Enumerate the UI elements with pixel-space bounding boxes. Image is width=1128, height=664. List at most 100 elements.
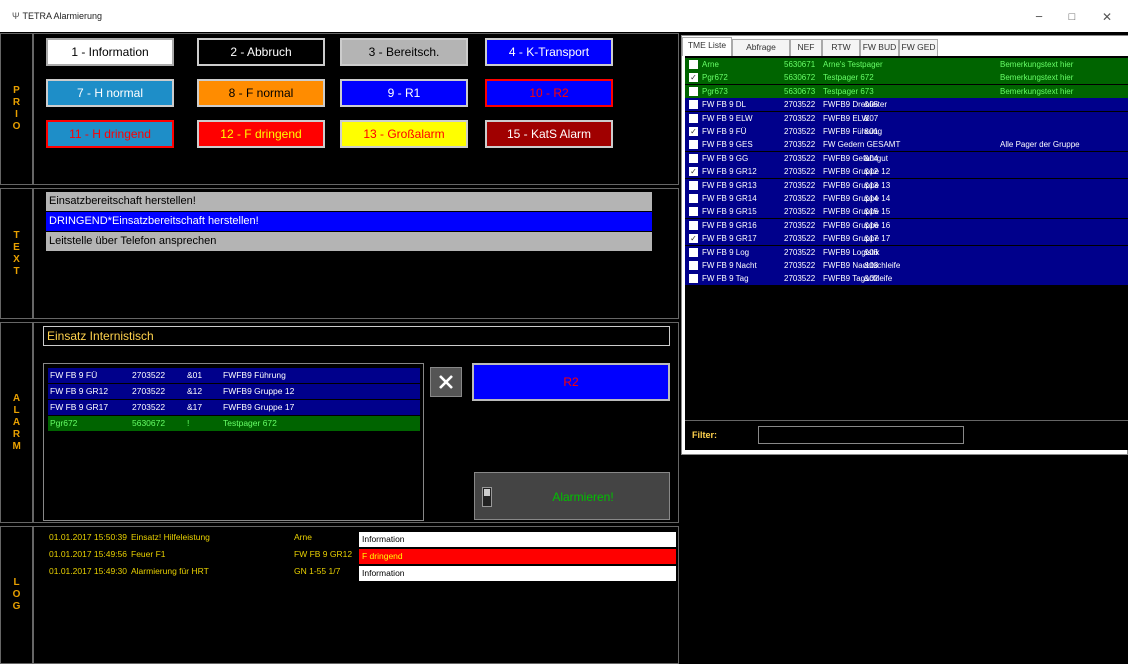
prio-button-10[interactable]: 12 - F dringend	[197, 120, 325, 148]
tme-row[interactable]: FW FB 9 GR15 2703522 FWFB9 Gruppe 15 &15	[685, 205, 1128, 219]
prio-button-3[interactable]: 3 - Bereitsch.	[340, 38, 468, 66]
prio-button-2[interactable]: 2 - Abbruch	[197, 38, 325, 66]
tab-abfrage[interactable]: Abfrage	[732, 39, 790, 56]
toggle-switch-icon[interactable]	[482, 487, 492, 507]
row-checkbox[interactable]	[689, 86, 698, 96]
row-checkbox[interactable]	[689, 194, 698, 203]
tme-row[interactable]: Pgr673 5630673 Testpager 673 Bemerkungstext…	[685, 84, 1128, 98]
row-checkbox[interactable]	[689, 180, 698, 190]
tme-remark: Bemerkungstext hier	[1000, 86, 1074, 96]
section-label-text: TEXT	[13, 229, 20, 277]
selected-row[interactable]: FW FB 9 GR17 2703522 &17 FWFB9 Gruppe 17	[48, 400, 420, 415]
prio-button-6[interactable]: 8 - F normal	[197, 79, 325, 107]
tme-sub: &02	[864, 274, 879, 284]
tme-row[interactable]: FW FB 9 GR14 2703522 FWFB9 Gruppe 14 &14	[685, 192, 1128, 205]
tab-rtw[interactable]: RTW	[822, 39, 860, 56]
filter-input[interactable]	[758, 426, 964, 444]
minimize-icon[interactable]: −	[1024, 6, 1054, 28]
prio-button-8[interactable]: 10 - R2	[485, 79, 613, 107]
alarm-section-label: ALARM	[0, 322, 33, 523]
tme-row[interactable]: ✓ FW FB 9 GR12 2703522 FWFB9 Gruppe 12 &12	[685, 165, 1128, 179]
tme-desc: FWFB9 Gruppe 14	[823, 194, 891, 203]
tab-fw-bud[interactable]: FW BUD	[860, 39, 899, 56]
maximize-icon[interactable]: □	[1057, 6, 1087, 28]
tme-row[interactable]: ✓ FW FB 9 GR17 2703522 FWFB9 Gruppe 17 &17	[685, 232, 1128, 246]
tme-row[interactable]: Arne 5630671 Arne's Testpager Bemerkungstex…	[685, 58, 1128, 71]
tab-nef[interactable]: NEF	[790, 39, 822, 56]
prio-button-11[interactable]: 13 - Großalarm	[340, 120, 468, 148]
einsatz-field[interactable]: Einsatz Internistisch	[43, 326, 670, 346]
text-template-row[interactable]: Leitstelle über Telefon ansprechen	[46, 232, 652, 251]
tme-name: FW FB 9 GR14	[702, 194, 757, 203]
tme-nr: 5630672	[784, 73, 816, 83]
tme-row[interactable]: ✓ FW FB 9 FÜ 2703522 FWFB9 Führung &01	[685, 125, 1128, 138]
tme-name: Pgr672	[702, 73, 728, 83]
selected-row[interactable]: Pgr672 5630672! Testpager 672	[48, 416, 420, 431]
tme-nr: 2703522	[784, 194, 816, 203]
selected-desc: FWFB9 Gruppe 17	[223, 402, 295, 412]
selected-row[interactable]: FW FB 9 FÜ 2703522 &01 FWFB9 Führung	[48, 368, 420, 383]
log-event: Feuer F1	[131, 549, 166, 559]
prio-button-12[interactable]: 15 - KatS Alarm	[485, 120, 613, 148]
tme-name: FW FB 9 GR13	[702, 180, 757, 190]
prio-button-7[interactable]: 9 - R1	[340, 79, 468, 107]
tme-remark: Alle Pager der Gruppe	[1000, 140, 1080, 150]
window-title: TETRA Alarmierung	[22, 11, 103, 21]
tme-nr: 2703522	[784, 127, 816, 136]
log-prio-badge: Information	[359, 566, 676, 581]
tme-row[interactable]: ✓ Pgr672 5630672 Testpager 672 Bemerkungstex…	[685, 71, 1128, 85]
close-icon[interactable]: ✕	[1092, 6, 1122, 28]
alarm-button[interactable]: Alarmieren!	[501, 477, 665, 517]
tab-tme-liste[interactable]: TME Liste	[682, 37, 732, 56]
row-checkbox[interactable]	[689, 60, 698, 69]
prio-button-1[interactable]: 1 - Information	[46, 38, 174, 66]
selected-recipients-list[interactable]: FW FB 9 FÜ 2703522 &01 FWFB9 Führung FW FB 9…	[43, 363, 424, 521]
tme-row[interactable]: FW FB 9 ELW 2703522 FWFB9 ELW &07	[685, 111, 1128, 125]
tme-row[interactable]: FW FB 9 GES 2703522 FW Gedern GESAMT Alle P…	[685, 138, 1128, 152]
prio-button-4[interactable]: 4 - K-Transport	[485, 38, 613, 66]
tme-list[interactable]: Arne 5630671 Arne's Testpager Bemerkungstex…	[685, 56, 1128, 420]
row-checkbox[interactable]	[689, 207, 698, 217]
tme-row[interactable]: FW FB 9 Log 2703522 FWFB9 Logistik &06	[685, 245, 1128, 259]
tme-nr: 2703522	[784, 220, 816, 230]
priority-display-button[interactable]: R2	[472, 363, 670, 401]
row-checkbox[interactable]	[689, 113, 698, 123]
row-checkbox[interactable]	[689, 261, 698, 270]
row-checkbox[interactable]: ✓	[689, 167, 698, 177]
row-checkbox[interactable]	[689, 153, 698, 163]
tme-row[interactable]: FW FB 9 GR16 2703522 FWFB9 Gruppe 16 &16	[685, 218, 1128, 232]
row-checkbox[interactable]: ✓	[689, 127, 698, 136]
tme-row[interactable]: FW FB 9 DL 2703522 FWFB9 Drehleiter &05	[685, 98, 1128, 112]
clear-selection-button[interactable]	[430, 367, 462, 397]
tme-row[interactable]: FW FB 9 GR13 2703522 FWFB9 Gruppe 13 &13	[685, 178, 1128, 192]
row-checkbox[interactable]	[689, 100, 698, 110]
tab-fw-ged[interactable]: FW GED	[899, 39, 938, 56]
row-checkbox[interactable]	[689, 140, 698, 150]
tme-name: FW FB 9 GR15	[702, 207, 757, 217]
row-checkbox[interactable]	[689, 220, 698, 230]
prio-button-5[interactable]: 7 - H normal	[46, 79, 174, 107]
row-checkbox[interactable]: ✓	[689, 73, 698, 83]
alarm-panel: Einsatz Internistisch FW FB 9 FÜ 2703522 &…	[33, 322, 679, 523]
tme-nr: 2703522	[784, 100, 816, 110]
window-title-area: Ψ TETRA Alarmierung	[12, 11, 102, 21]
log-time: 01.01.2017 15:49:56	[49, 549, 127, 559]
tme-name: FW FB 9 GES	[702, 140, 753, 150]
log-time: 01.01.2017 15:50:39	[49, 532, 127, 542]
text-template-row[interactable]: DRINGEND*Einsatzbereitschaft herstellen!	[46, 212, 652, 231]
tme-row[interactable]: FW FB 9 GG 2703522 FWFB9 Gefahrgut &04	[685, 151, 1128, 165]
tme-nr: 2703522	[784, 180, 816, 190]
row-checkbox[interactable]	[689, 247, 698, 257]
tme-sub: &03	[864, 261, 879, 270]
text-template-row[interactable]: Einsatzbereitschaft herstellen!	[46, 192, 652, 211]
tme-desc: Testpager 673	[823, 86, 874, 96]
prio-panel: 1 - Information 2 - Abbruch 3 - Bereitsch.…	[33, 33, 679, 185]
tme-row[interactable]: FW FB 9 Nacht 2703522 FWFB9 Nachtschleife &…	[685, 259, 1128, 272]
row-checkbox[interactable]	[689, 274, 698, 284]
tme-row[interactable]: FW FB 9 Tag 2703522 FWFB9 Tagschleife &02	[685, 272, 1128, 286]
selected-row[interactable]: FW FB 9 GR12 2703522 &12 FWFB9 Gruppe 12	[48, 384, 420, 399]
tme-name: FW FB 9 GR17	[702, 234, 757, 244]
section-label-text: LOG	[12, 577, 21, 612]
row-checkbox[interactable]: ✓	[689, 234, 698, 244]
prio-button-9[interactable]: 11 - H dringend	[46, 120, 174, 148]
